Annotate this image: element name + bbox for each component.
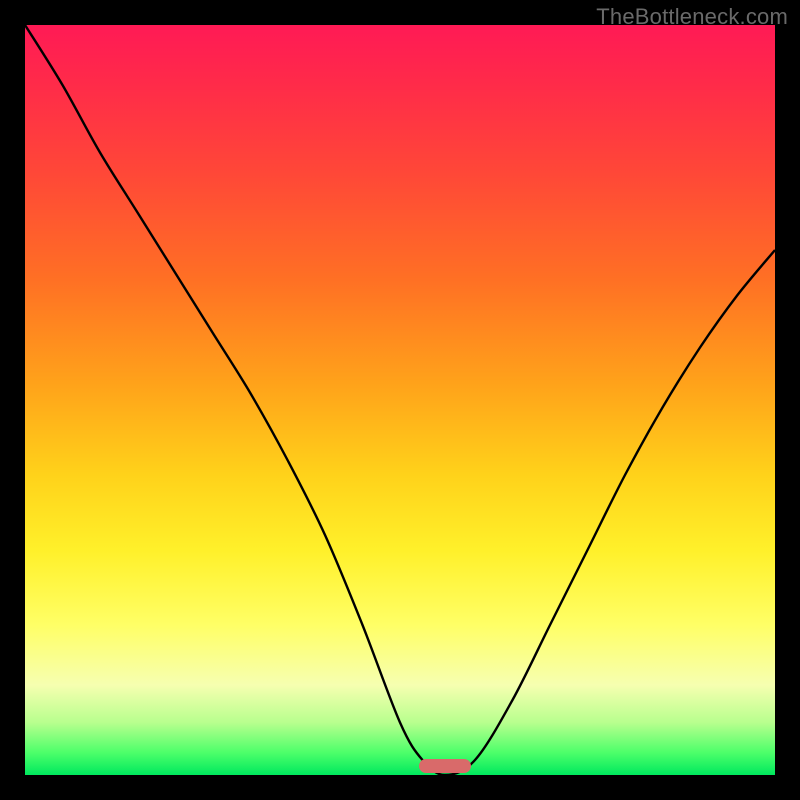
chart-frame: TheBottleneck.com <box>0 0 800 800</box>
bottleneck-curve-path <box>25 25 775 775</box>
optimal-range-marker <box>419 759 472 773</box>
watermark-text: TheBottleneck.com <box>596 4 788 30</box>
bottleneck-curve <box>25 25 775 775</box>
plot-area <box>25 25 775 775</box>
